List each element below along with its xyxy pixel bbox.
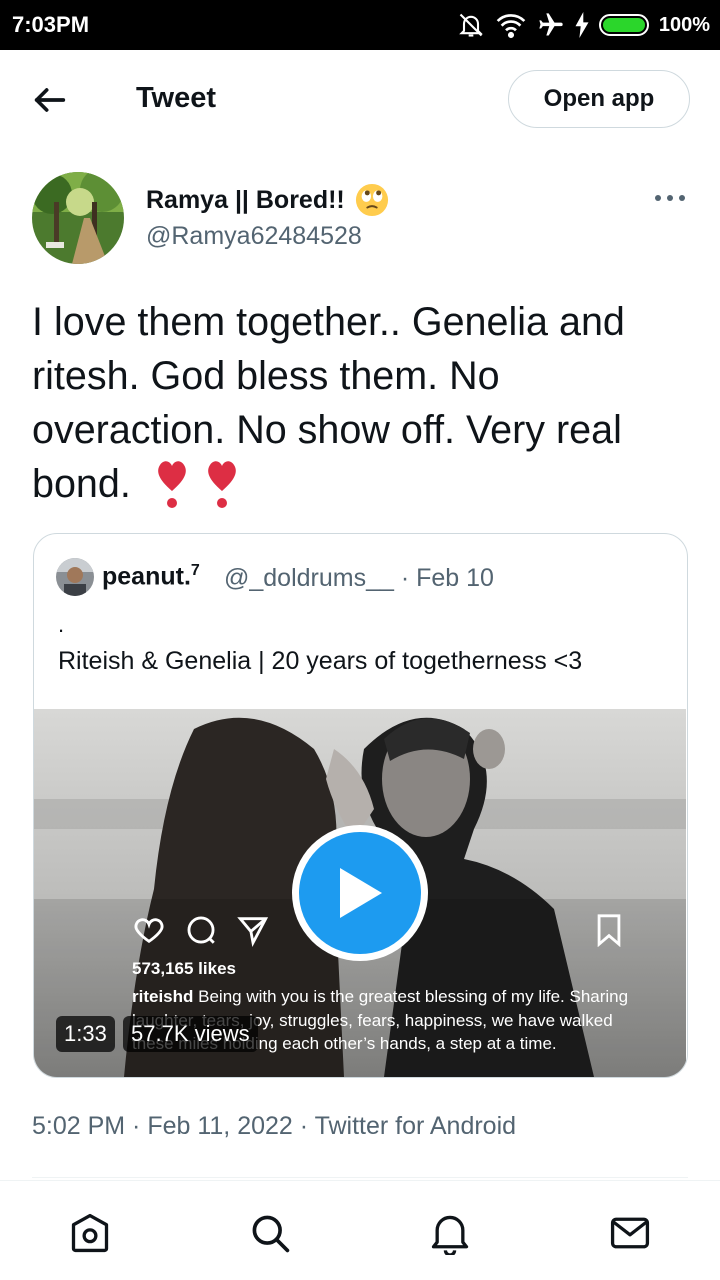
quoted-tweet-text: Riteish & Genelia | 20 years of together…: [58, 647, 583, 675]
home-icon[interactable]: [68, 1211, 112, 1255]
bookmark-icon: [597, 914, 621, 947]
tweet-timestamp[interactable]: 5:02 PM · Feb 11, 2022 · Twitter for And…: [32, 1112, 516, 1141]
top-app-bar: Tweet Open app: [0, 50, 720, 150]
instagram-action-icons: [132, 913, 270, 947]
quoted-dot-line: .: [58, 612, 65, 637]
battery-icon: [598, 14, 649, 36]
quoted-author-name-text: peanut.: [102, 562, 191, 591]
overlay-username: riteishd: [132, 987, 194, 1006]
battery-fill: [602, 18, 645, 32]
heart-exclamation-icon: [208, 460, 236, 508]
wifi-icon: [496, 14, 526, 39]
open-app-button[interactable]: Open app: [508, 70, 690, 128]
status-bar: 7:03PM 100%: [0, 0, 720, 50]
comment-icon: [187, 916, 215, 944]
notifications-off-icon: [458, 13, 483, 37]
tweet-text: I love them together.. Genelia and rites…: [32, 295, 692, 513]
more-horizontal-icon[interactable]: [652, 188, 688, 208]
quoted-tweet-card[interactable]: peanut.7 @_doldrums__ · Feb 10 . Riteish…: [33, 533, 688, 1078]
video-thumbnail[interactable]: 573,165 likes riteishd Being with you is…: [34, 709, 686, 1077]
overlay-likes: 573,165 likes: [132, 959, 236, 978]
airplane-mode-icon: [539, 13, 563, 36]
charging-bolt-icon: [575, 12, 589, 38]
heart-exclamation-icon: [158, 460, 186, 508]
rolling-eyes-emoji-icon: [355, 183, 388, 217]
author-handle[interactable]: @Ramya62484528: [146, 222, 362, 251]
tweet-text-body: I love them together.. Genelia and rites…: [32, 300, 625, 506]
messages-icon[interactable]: [608, 1211, 652, 1255]
arrow-left-icon[interactable]: [30, 80, 70, 120]
divider: [32, 1177, 688, 1178]
author-avatar[interactable]: [32, 172, 124, 264]
author-name-text: Ramya || Bored!!: [146, 185, 345, 214]
quoted-avatar: [56, 558, 94, 596]
share-send-icon: [237, 917, 269, 947]
heart-outline-icon: [134, 918, 164, 944]
page-title: Tweet: [136, 82, 217, 114]
bottom-navigation: [0, 1180, 720, 1280]
video-duration-badge: 1:33: [56, 1016, 115, 1052]
battery-percent: 100%: [658, 13, 710, 36]
quoted-author-superscript: 7: [190, 562, 200, 579]
notifications-icon[interactable]: [428, 1211, 472, 1255]
author-name[interactable]: Ramya || Bored!!: [146, 183, 389, 217]
status-icons: 100%: [457, 10, 710, 40]
search-icon[interactable]: [248, 1211, 292, 1255]
play-button-circle: [299, 832, 421, 954]
video-views-badge: 57.7K views: [123, 1016, 258, 1052]
play-button[interactable]: [292, 825, 428, 961]
play-icon: [340, 868, 382, 918]
heart-emoji-group: [154, 457, 240, 509]
quoted-handle-date: @_doldrums__ · Feb 10: [224, 564, 494, 592]
quoted-author-name: peanut.7: [102, 562, 200, 591]
status-time: 7:03PM: [12, 12, 90, 37]
